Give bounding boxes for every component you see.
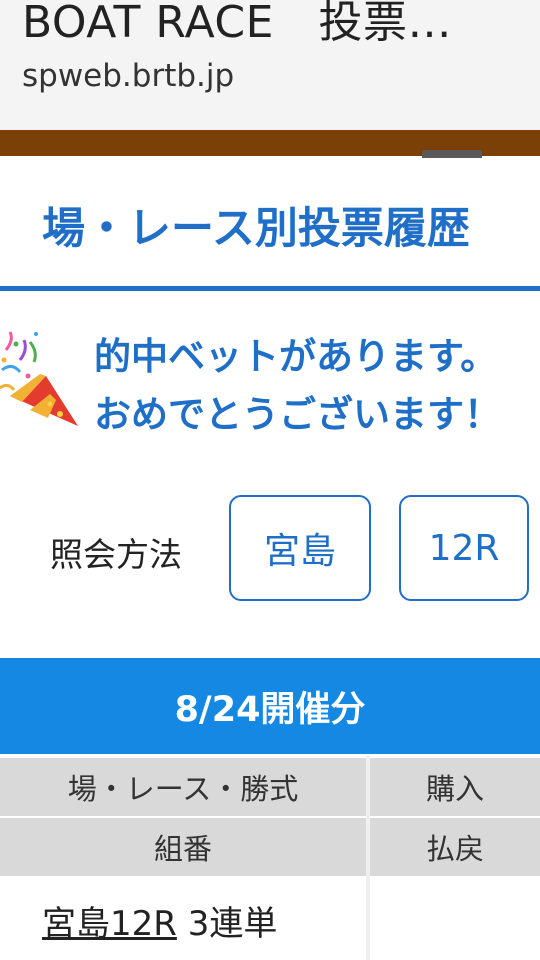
- race-select-button[interactable]: 12R: [399, 495, 529, 601]
- page-title: 場・レース別投票履歴: [42, 204, 470, 254]
- table-header-row: 場・レース・勝式 購入: [0, 756, 540, 816]
- page-title-section: 場・レース別投票履歴: [0, 156, 540, 290]
- browser-page-title: BOAT RACE 投票…: [22, 0, 452, 48]
- race-cell: 宮島12R 3連単: [42, 896, 277, 945]
- bet-type: 3連単: [187, 904, 278, 944]
- win-message-line1: 的中ベットがあります。: [94, 335, 498, 378]
- header-payout: 払戻: [425, 832, 484, 866]
- table-row: 宮島12R 3連単: [0, 876, 540, 960]
- browser-header: BOAT RACE 投票… spweb.brtb.jp: [0, 0, 540, 130]
- race-link[interactable]: 宮島12R: [42, 904, 177, 944]
- date-header: 8/24開催分: [0, 658, 540, 754]
- header-combination: 組番: [153, 832, 212, 866]
- query-method-label: 照会方法: [50, 535, 182, 574]
- browser-domain[interactable]: spweb.brtb.jp: [22, 58, 234, 94]
- win-message-line2: おめでとうございます！: [94, 393, 501, 436]
- table-header-row: 組番 払戻: [0, 816, 540, 876]
- title-divider: [0, 286, 540, 291]
- header-venue-race-type: 場・レース・勝式: [67, 772, 299, 806]
- venue-select-button[interactable]: 宮島: [229, 495, 371, 601]
- header-purchase: 購入: [425, 772, 484, 806]
- party-popper-icon: [0, 331, 78, 426]
- column-divider: [366, 756, 370, 960]
